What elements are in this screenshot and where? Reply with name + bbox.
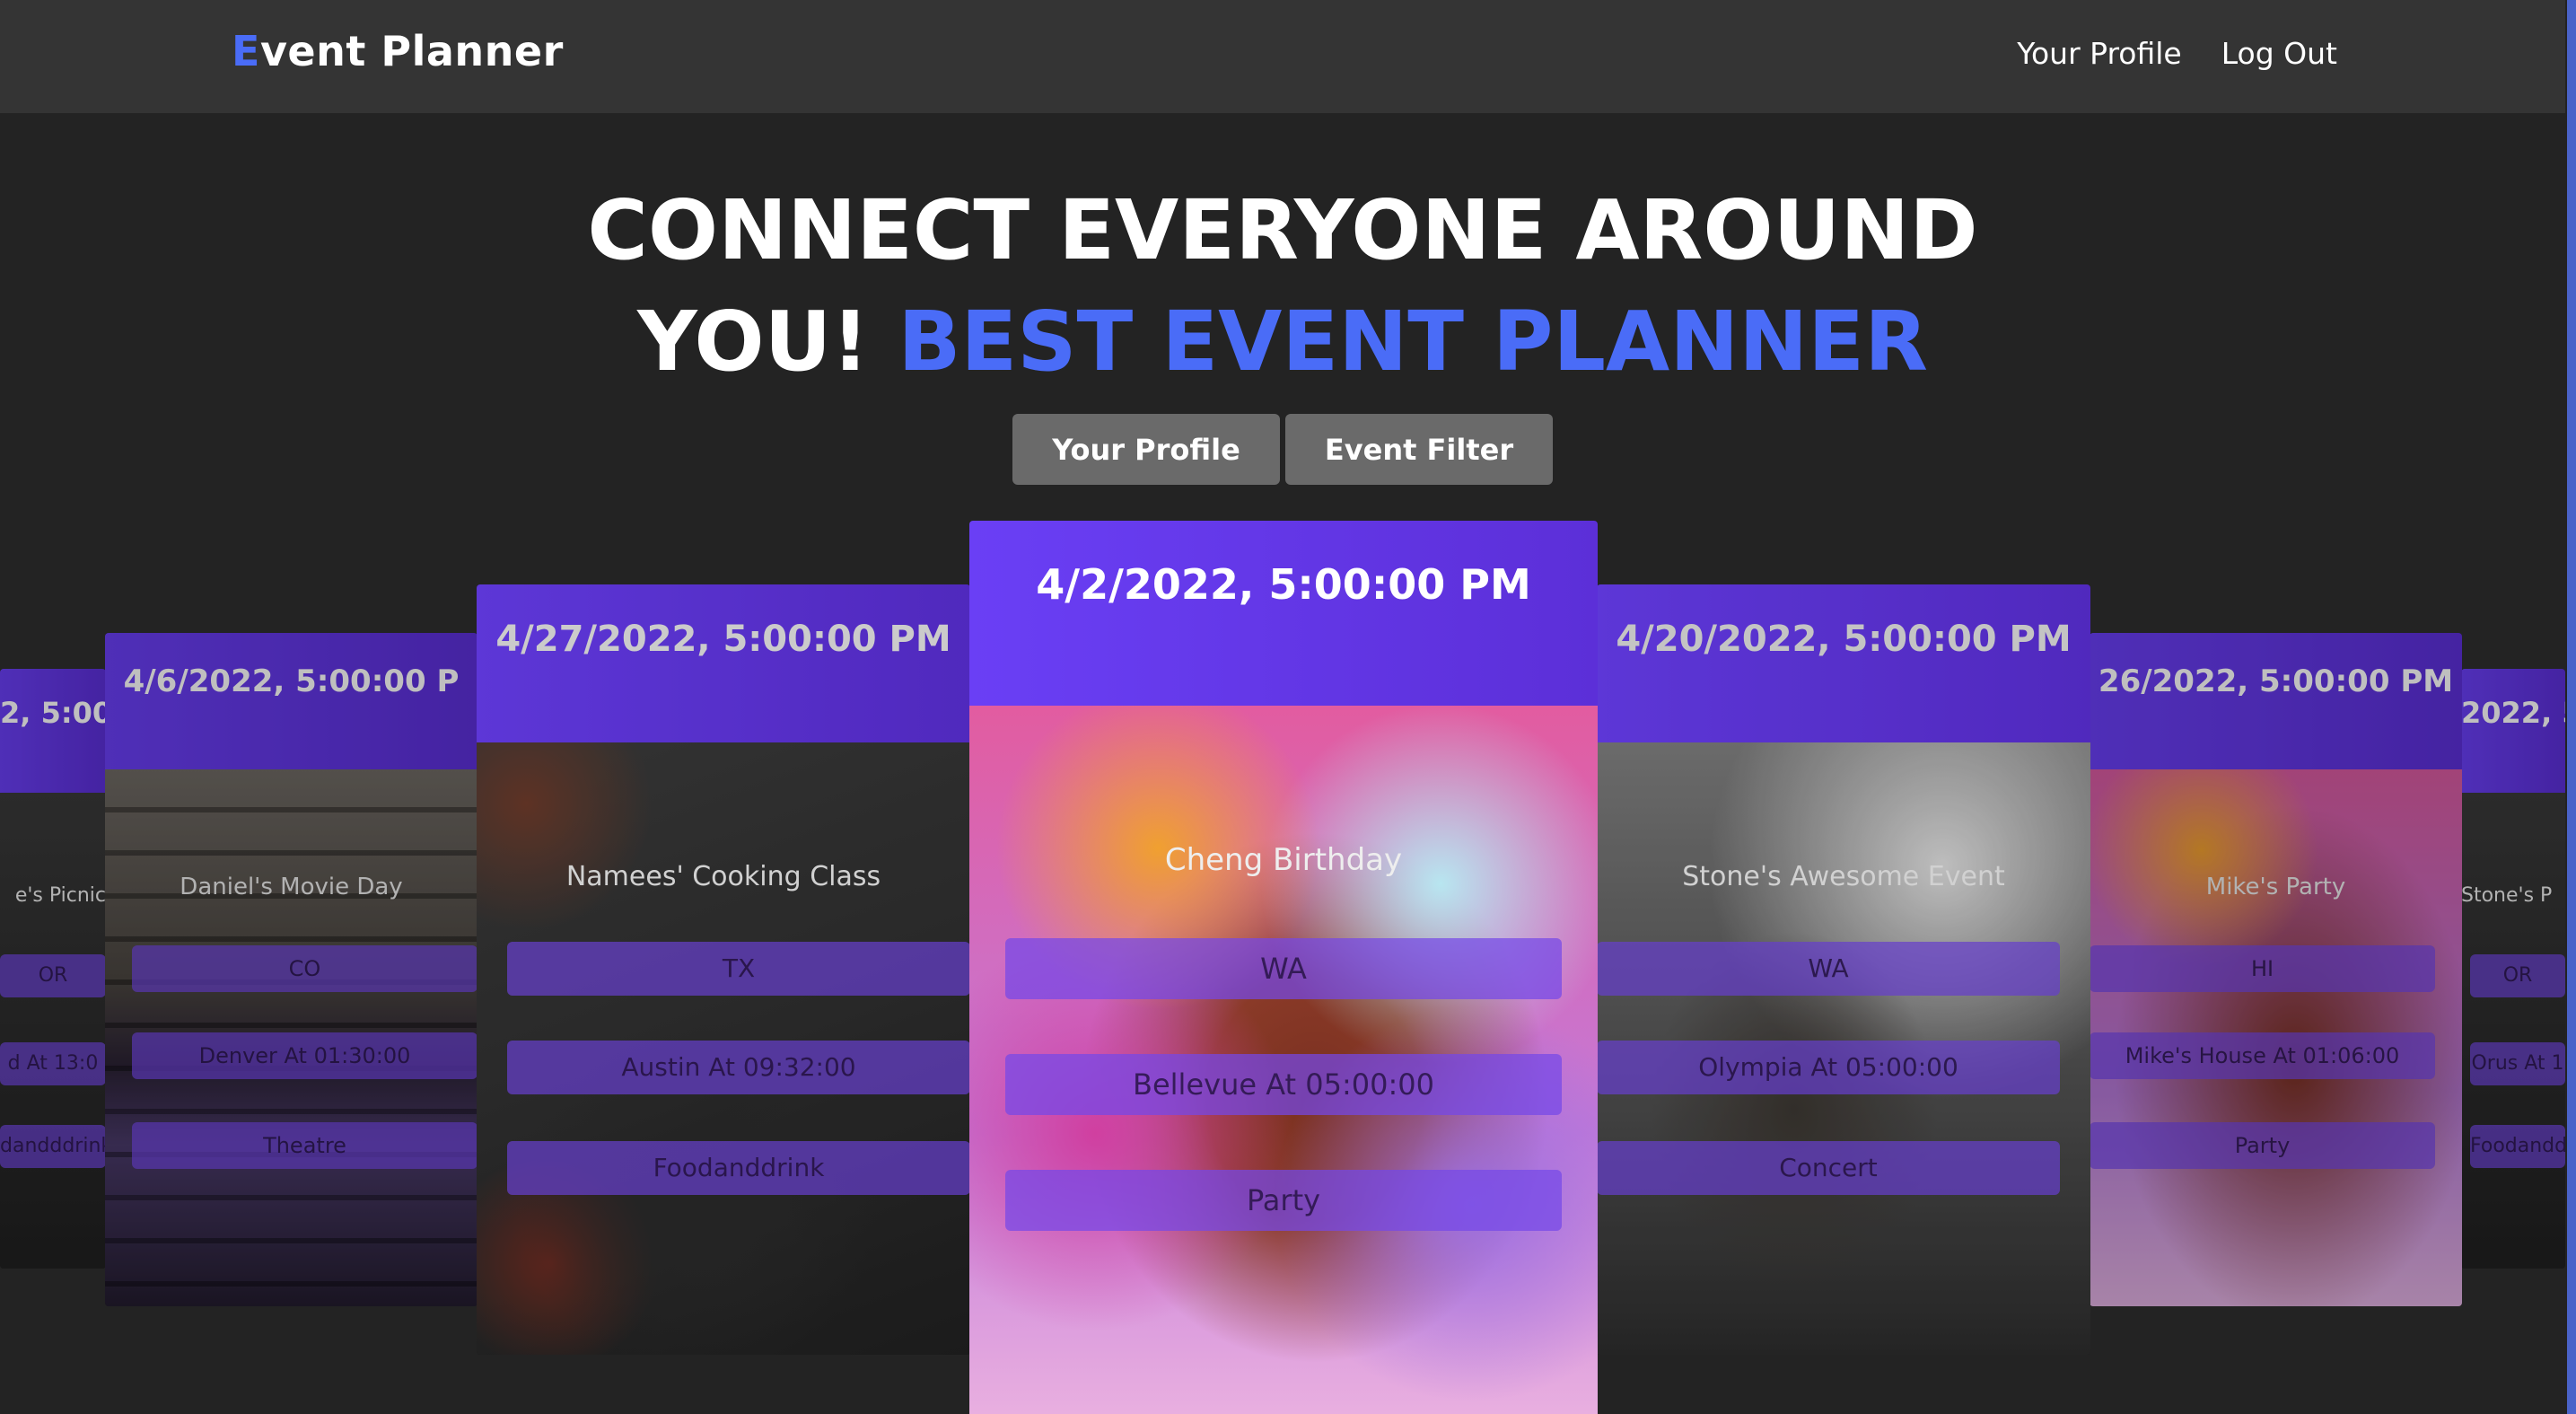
event-card-location: Bellevue At 05:00:00 — [1005, 1054, 1562, 1115]
event-card[interactable]: 4/6/2022, 5:00:00 P Daniel's Movie Day C… — [105, 633, 478, 1306]
brand-name: vent Planner — [259, 27, 564, 75]
hero-heading: CONNECT EVERYONE AROUND YOU! BEST EVENT … — [0, 175, 2565, 398]
card-dim-overlay — [0, 669, 106, 1269]
event-card[interactable]: 2, 5:00: e's Picnic OR d At 13:0 dandddr… — [0, 669, 106, 1269]
page-scrollbar[interactable] — [2567, 0, 2576, 1414]
event-card-date: 4/2/2022, 5:00:00 PM — [969, 521, 1598, 706]
nav-log-out-link[interactable]: Log Out — [2221, 36, 2337, 71]
nav-your-profile-link[interactable]: Your Profile — [2017, 36, 2182, 71]
card-dim-overlay — [2461, 669, 2565, 1269]
event-card[interactable]: 4/20/2022, 5:00:00 PM Stone's Awesome Ev… — [1597, 584, 2090, 1355]
card-dim-overlay — [2090, 633, 2462, 1306]
event-card-title: Cheng Birthday — [1164, 842, 1403, 878]
card-dim-overlay — [105, 633, 478, 1306]
event-card-active[interactable]: 4/2/2022, 5:00:00 PM Cheng Birthday WA B… — [969, 521, 1598, 1414]
your-profile-button[interactable]: Your Profile — [1012, 414, 1280, 485]
hero-line-1: CONNECT EVERYONE AROUND — [587, 182, 1978, 278]
hero-buttons: Your Profile Event Filter — [0, 414, 2565, 485]
event-card-category: Party — [1005, 1170, 1562, 1231]
card-dim-overlay — [477, 584, 970, 1355]
event-card[interactable]: 4/27/2022, 5:00:00 PM Namees' Cooking Cl… — [477, 584, 970, 1355]
brand-logo[interactable]: Event Planner — [232, 27, 564, 75]
event-card[interactable]: 2022, 5: Stone's P OR Orus At 1 Foodandd — [2461, 669, 2565, 1269]
hero-line-2-white: YOU! — [637, 294, 898, 390]
card-dim-overlay — [1597, 584, 2090, 1355]
event-card[interactable]: 26/2022, 5:00:00 PM Mike's Party HI Mike… — [2090, 633, 2462, 1306]
event-filter-button[interactable]: Event Filter — [1285, 414, 1553, 485]
hero-line-2-accent: BEST EVENT PLANNER — [898, 294, 1928, 390]
hero-line-2: YOU! BEST EVENT PLANNER — [0, 286, 2565, 398]
brand-initial: E — [232, 27, 260, 75]
navbar: Event Planner Your Profile Log Out — [0, 0, 2565, 113]
event-card-state: WA — [1005, 938, 1562, 999]
nav-links: Your Profile Log Out — [2017, 36, 2337, 71]
